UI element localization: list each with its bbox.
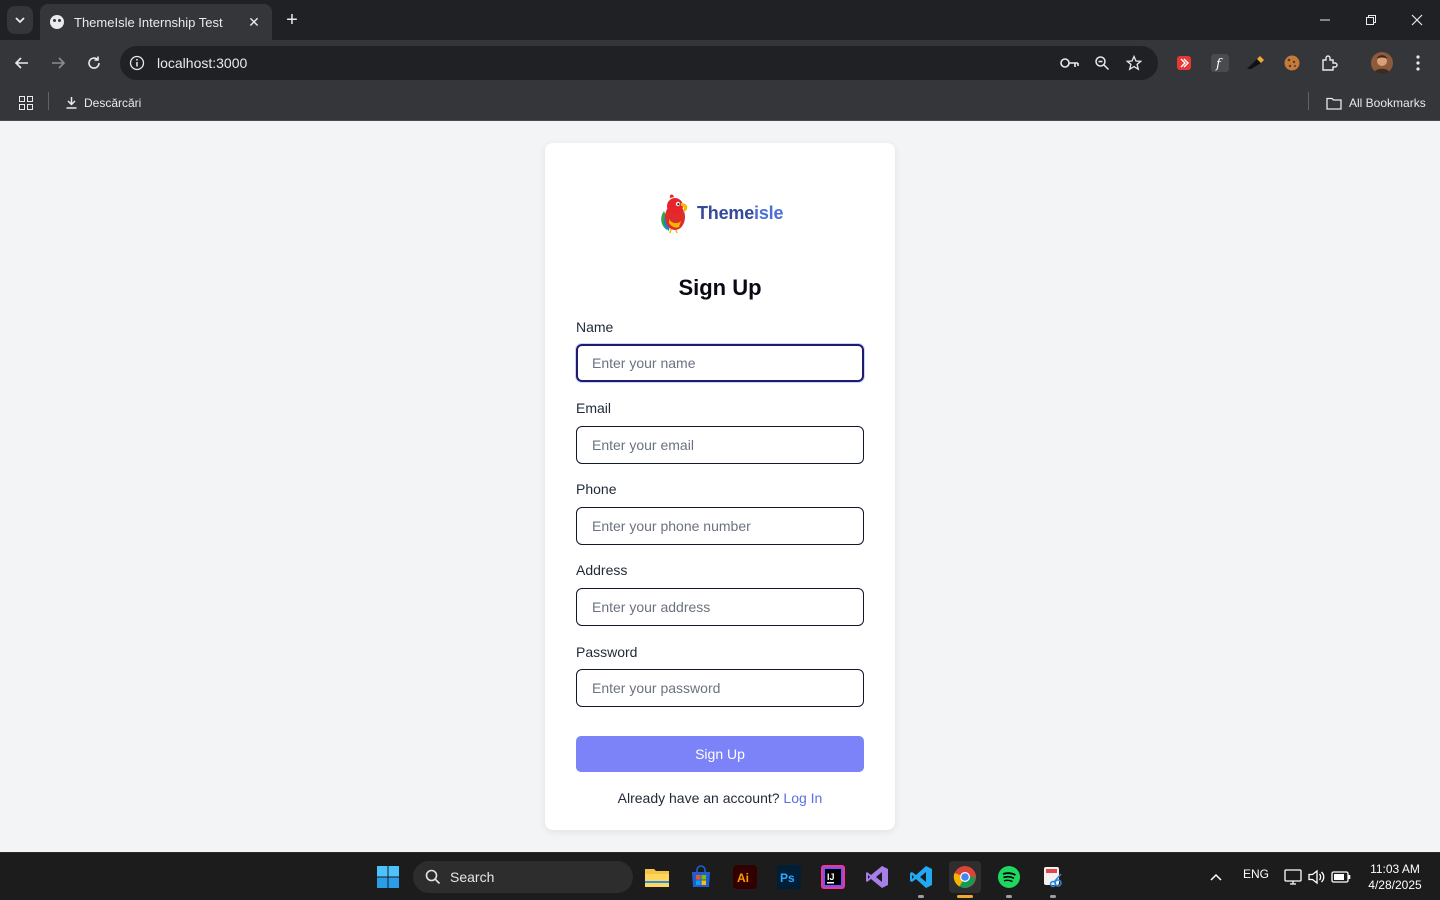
chevron-down-icon bbox=[15, 17, 25, 24]
close-icon bbox=[1411, 14, 1423, 26]
close-window-button[interactable] bbox=[1405, 8, 1429, 32]
name-label: Name bbox=[576, 319, 614, 335]
chrome-icon[interactable] bbox=[949, 861, 981, 898]
reload-icon bbox=[88, 56, 100, 69]
extension-font-icon[interactable]: f bbox=[1209, 52, 1231, 74]
spotify-icon[interactable] bbox=[993, 861, 1025, 898]
file-explorer-icon[interactable] bbox=[641, 861, 673, 893]
login-prompt-text: Already have an account? bbox=[617, 790, 780, 806]
battery-icon[interactable] bbox=[1328, 861, 1354, 893]
bookmark-star-icon[interactable] bbox=[1124, 53, 1144, 73]
bookmarks-divider-right bbox=[1308, 92, 1309, 110]
taskbar-search[interactable]: Search bbox=[413, 861, 633, 893]
phone-label: Phone bbox=[576, 481, 617, 497]
tab-title: ThemeIsle Internship Test bbox=[74, 14, 223, 30]
url-text: localhost:3000 bbox=[157, 55, 248, 71]
browser-toolbar: localhost:3000 f bbox=[0, 40, 1440, 86]
microsoft-store-icon[interactable] bbox=[685, 861, 717, 893]
password-input[interactable] bbox=[576, 669, 864, 707]
restore-button[interactable] bbox=[1359, 8, 1383, 32]
svg-text:Ps: Ps bbox=[780, 871, 795, 885]
all-bookmarks-button[interactable]: All Bookmarks bbox=[1326, 93, 1426, 113]
windows-start-icon[interactable] bbox=[372, 861, 404, 893]
extensions-puzzle-icon[interactable] bbox=[1318, 52, 1340, 74]
running-indicator bbox=[918, 895, 924, 898]
svg-text:IJ: IJ bbox=[827, 872, 835, 882]
browser-tab-strip: ThemeIsle Internship Test ✕ + bbox=[0, 0, 1440, 40]
volume-icon[interactable] bbox=[1304, 861, 1330, 893]
extension-red-icon[interactable] bbox=[1173, 52, 1195, 74]
minimize-icon bbox=[1320, 19, 1330, 21]
visual-studio-icon[interactable] bbox=[861, 861, 893, 893]
arrow-right-icon bbox=[52, 57, 66, 69]
address-label: Address bbox=[576, 562, 628, 578]
password-key-icon[interactable] bbox=[1060, 53, 1080, 73]
tab-close-icon[interactable]: ✕ bbox=[246, 14, 262, 31]
running-indicator bbox=[1050, 895, 1056, 898]
vscode-icon[interactable] bbox=[905, 861, 937, 898]
forward-button[interactable] bbox=[46, 51, 70, 75]
login-prompt: Already have an account? Log In bbox=[545, 790, 895, 806]
system-clock[interactable]: 11:03 AM 4/28/2025 bbox=[1358, 861, 1432, 893]
parrot-logo-icon bbox=[661, 194, 688, 233]
bookmark-downloads-label: Descărcări bbox=[84, 96, 142, 110]
extension-pen-icon[interactable] bbox=[1244, 52, 1266, 74]
active-app-indicator bbox=[957, 895, 973, 898]
apps-grid-icon[interactable] bbox=[16, 93, 36, 113]
network-icon[interactable] bbox=[1280, 861, 1306, 893]
bookmark-downloads[interactable]: Descărcări bbox=[66, 93, 141, 113]
sign-up-button[interactable]: Sign Up bbox=[576, 736, 864, 772]
site-info-icon[interactable] bbox=[128, 54, 146, 72]
snipping-tool-icon[interactable] bbox=[1037, 861, 1069, 898]
name-input[interactable] bbox=[576, 344, 864, 382]
password-label: Password bbox=[576, 644, 638, 660]
bookmarks-bar: Descărcări All Bookmarks bbox=[0, 86, 1440, 121]
svg-text:Ai: Ai bbox=[737, 871, 749, 885]
back-button[interactable] bbox=[10, 51, 34, 75]
phone-input[interactable] bbox=[576, 507, 864, 545]
running-indicator bbox=[1006, 895, 1012, 898]
profile-avatar[interactable] bbox=[1371, 52, 1393, 74]
login-link[interactable]: Log In bbox=[783, 790, 822, 806]
windows-taskbar: Search Ai Ps IJ ENG 11:03 AM 4/28/2025 bbox=[0, 852, 1440, 900]
minimize-button[interactable] bbox=[1313, 8, 1337, 32]
search-icon bbox=[425, 869, 441, 885]
show-hidden-icons-chevron-icon[interactable] bbox=[1201, 861, 1231, 893]
restore-icon bbox=[1366, 15, 1376, 25]
clock-date: 4/28/2025 bbox=[1368, 878, 1422, 892]
zoom-icon[interactable] bbox=[1092, 53, 1112, 73]
photoshop-icon[interactable]: Ps bbox=[773, 861, 805, 893]
language-indicator[interactable]: ENG bbox=[1243, 867, 1269, 881]
browser-tab-active[interactable]: ThemeIsle Internship Test ✕ bbox=[40, 4, 272, 40]
email-label: Email bbox=[576, 400, 612, 416]
site-favicon-icon bbox=[50, 15, 64, 29]
all-bookmarks-label: All Bookmarks bbox=[1349, 96, 1426, 110]
themeisle-logo[interactable]: Themeisle bbox=[657, 193, 783, 233]
new-tab-button[interactable]: + bbox=[282, 8, 302, 32]
folder-icon bbox=[1326, 97, 1342, 110]
address-bar[interactable]: localhost:3000 bbox=[120, 46, 1158, 80]
arrow-left-icon bbox=[14, 57, 28, 69]
browser-menu-icon[interactable] bbox=[1407, 52, 1429, 74]
bookmarks-divider bbox=[48, 92, 49, 110]
clock-time: 11:03 AM bbox=[1370, 862, 1420, 876]
cookie-extension-icon[interactable] bbox=[1281, 52, 1303, 74]
reload-button[interactable] bbox=[82, 51, 106, 75]
illustrator-icon[interactable]: Ai bbox=[729, 861, 761, 893]
email-input[interactable] bbox=[576, 426, 864, 464]
logo-wordmark: Themeisle bbox=[697, 202, 784, 223]
signup-card: Themeisle Sign Up Name Email Phone Addre… bbox=[545, 143, 895, 830]
taskbar-search-label: Search bbox=[450, 869, 495, 885]
page-viewport: Themeisle Sign Up Name Email Phone Addre… bbox=[0, 121, 1440, 852]
address-input[interactable] bbox=[576, 588, 864, 626]
download-icon bbox=[66, 97, 77, 109]
tab-search-button[interactable] bbox=[7, 6, 33, 34]
intellij-icon[interactable]: IJ bbox=[817, 861, 849, 893]
page-title: Sign Up bbox=[678, 275, 762, 300]
